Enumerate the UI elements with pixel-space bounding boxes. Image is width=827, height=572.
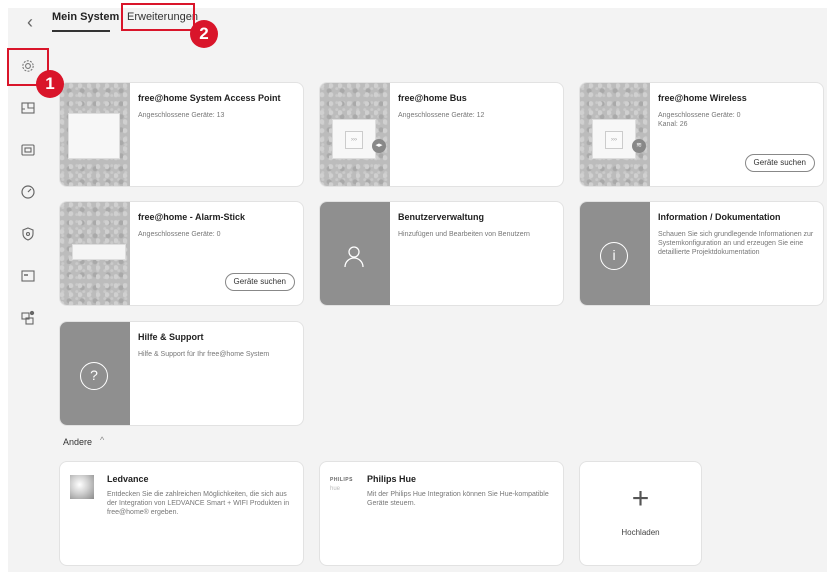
card-alarm-stick[interactable]: free@home - Alarm-Stick Angeschlossene G…	[59, 201, 304, 306]
card-thumbnail: ?	[60, 322, 130, 425]
gauge-icon[interactable]	[20, 184, 36, 200]
card-subtitle: Schauen Sie sich grundlegende Informatio…	[658, 231, 814, 256]
step-badge-2: 2	[190, 20, 218, 48]
card-subtitle: Angeschlossene Geräte: 12	[398, 112, 485, 119]
hue-logo: hue	[330, 486, 341, 492]
search-devices-button[interactable]: Geräte suchen	[224, 273, 295, 291]
card-thumbnail	[60, 83, 130, 186]
plus-icon: +	[631, 482, 650, 515]
person-icon	[340, 242, 368, 270]
card-bus[interactable]: ››› ◂▸ free@home Bus Angeschlossene Gerä…	[319, 82, 564, 187]
step-badge-1: 1	[36, 70, 64, 98]
wireless-switch-icon: ›››	[592, 119, 636, 159]
search-devices-button[interactable]: Geräte suchen	[744, 154, 815, 172]
card-subtitle: Mit der Philips Hue Integration können S…	[367, 491, 549, 507]
alarm-stick-device-icon	[72, 244, 126, 260]
card-thumbnail	[320, 202, 390, 305]
section-andere-label[interactable]: Andere	[63, 437, 92, 447]
card-thumbnail: ››› ≋	[580, 83, 650, 186]
wifi-icon: ≋	[632, 139, 646, 153]
card-title: Benutzerverwaltung	[398, 212, 485, 222]
alarm-icon[interactable]	[20, 226, 36, 242]
card-subtitle: Hinzufügen und Bearbeiten von Benutzern	[398, 231, 530, 238]
bus-connector-icon: ◂▸	[372, 139, 386, 153]
card-access-point[interactable]: free@home System Access Point Angeschlos…	[59, 82, 304, 187]
info-icon: i	[600, 242, 628, 270]
card-subtitle: Angeschlossene Geräte: 0 Kanal: 26	[658, 111, 818, 129]
tab-mein-system[interactable]: Mein System	[52, 11, 119, 23]
card-user-management[interactable]: Benutzerverwaltung Hinzufügen und Bearbe…	[319, 201, 564, 306]
card-ledvance[interactable]: Ledvance Entdecken Sie die zahlreichen M…	[59, 461, 304, 566]
card-information[interactable]: i Information / Dokumentation Schauen Si…	[579, 201, 824, 306]
floorplan-icon[interactable]	[20, 100, 36, 116]
card-thumbnail	[60, 202, 130, 305]
question-icon: ?	[80, 362, 108, 390]
card-subtitle: Entdecken Sie die zahlreichen Möglichkei…	[107, 491, 290, 516]
back-chevron-icon[interactable]: ‹	[22, 12, 38, 33]
bus-switch-icon: ›››	[332, 119, 376, 159]
card-title: free@home System Access Point	[138, 93, 281, 103]
card-title: Ledvance	[107, 474, 149, 484]
highlight-erweiterungen	[121, 3, 195, 31]
card-title: Information / Dokumentation	[658, 212, 781, 222]
device-icon[interactable]	[20, 142, 36, 158]
card-title: Philips Hue	[367, 474, 417, 484]
upload-label: Hochladen	[621, 528, 660, 537]
card-subtitle: Hilfe & Support für Ihr free@home System	[138, 351, 270, 358]
card-help-support[interactable]: ? Hilfe & Support Hilfe & Support für Ih…	[59, 321, 304, 426]
card-title: free@home Bus	[398, 93, 467, 103]
user-devices-icon[interactable]	[20, 310, 36, 326]
chevron-up-icon[interactable]: ^	[100, 435, 104, 445]
connected-devices-text: Angeschlossene Geräte: 0	[658, 112, 741, 119]
card-title: free@home Wireless	[658, 93, 747, 103]
access-point-device-icon	[68, 113, 120, 159]
card-subtitle: Angeschlossene Geräte: 13	[138, 112, 225, 119]
display-icon[interactable]	[20, 268, 36, 284]
card-wireless[interactable]: ››› ≋ free@home Wireless Angeschlossene …	[579, 82, 824, 187]
card-thumbnail: ››› ◂▸	[320, 83, 390, 186]
active-tab-underline	[52, 30, 110, 32]
card-subtitle: Angeschlossene Geräte: 0	[138, 231, 221, 238]
card-title: free@home - Alarm-Stick	[138, 212, 245, 222]
sidebar	[8, 40, 47, 572]
card-thumbnail: i	[580, 202, 650, 305]
upload-card[interactable]: + Hochladen	[579, 461, 702, 566]
card-philips-hue[interactable]: PHILIPS hue Philips Hue Mit der Philips …	[319, 461, 564, 566]
philips-logo: PHILIPS	[330, 477, 353, 483]
ledvance-logo	[70, 475, 94, 499]
channel-text: Kanal: 26	[658, 121, 688, 128]
card-title: Hilfe & Support	[138, 332, 204, 342]
